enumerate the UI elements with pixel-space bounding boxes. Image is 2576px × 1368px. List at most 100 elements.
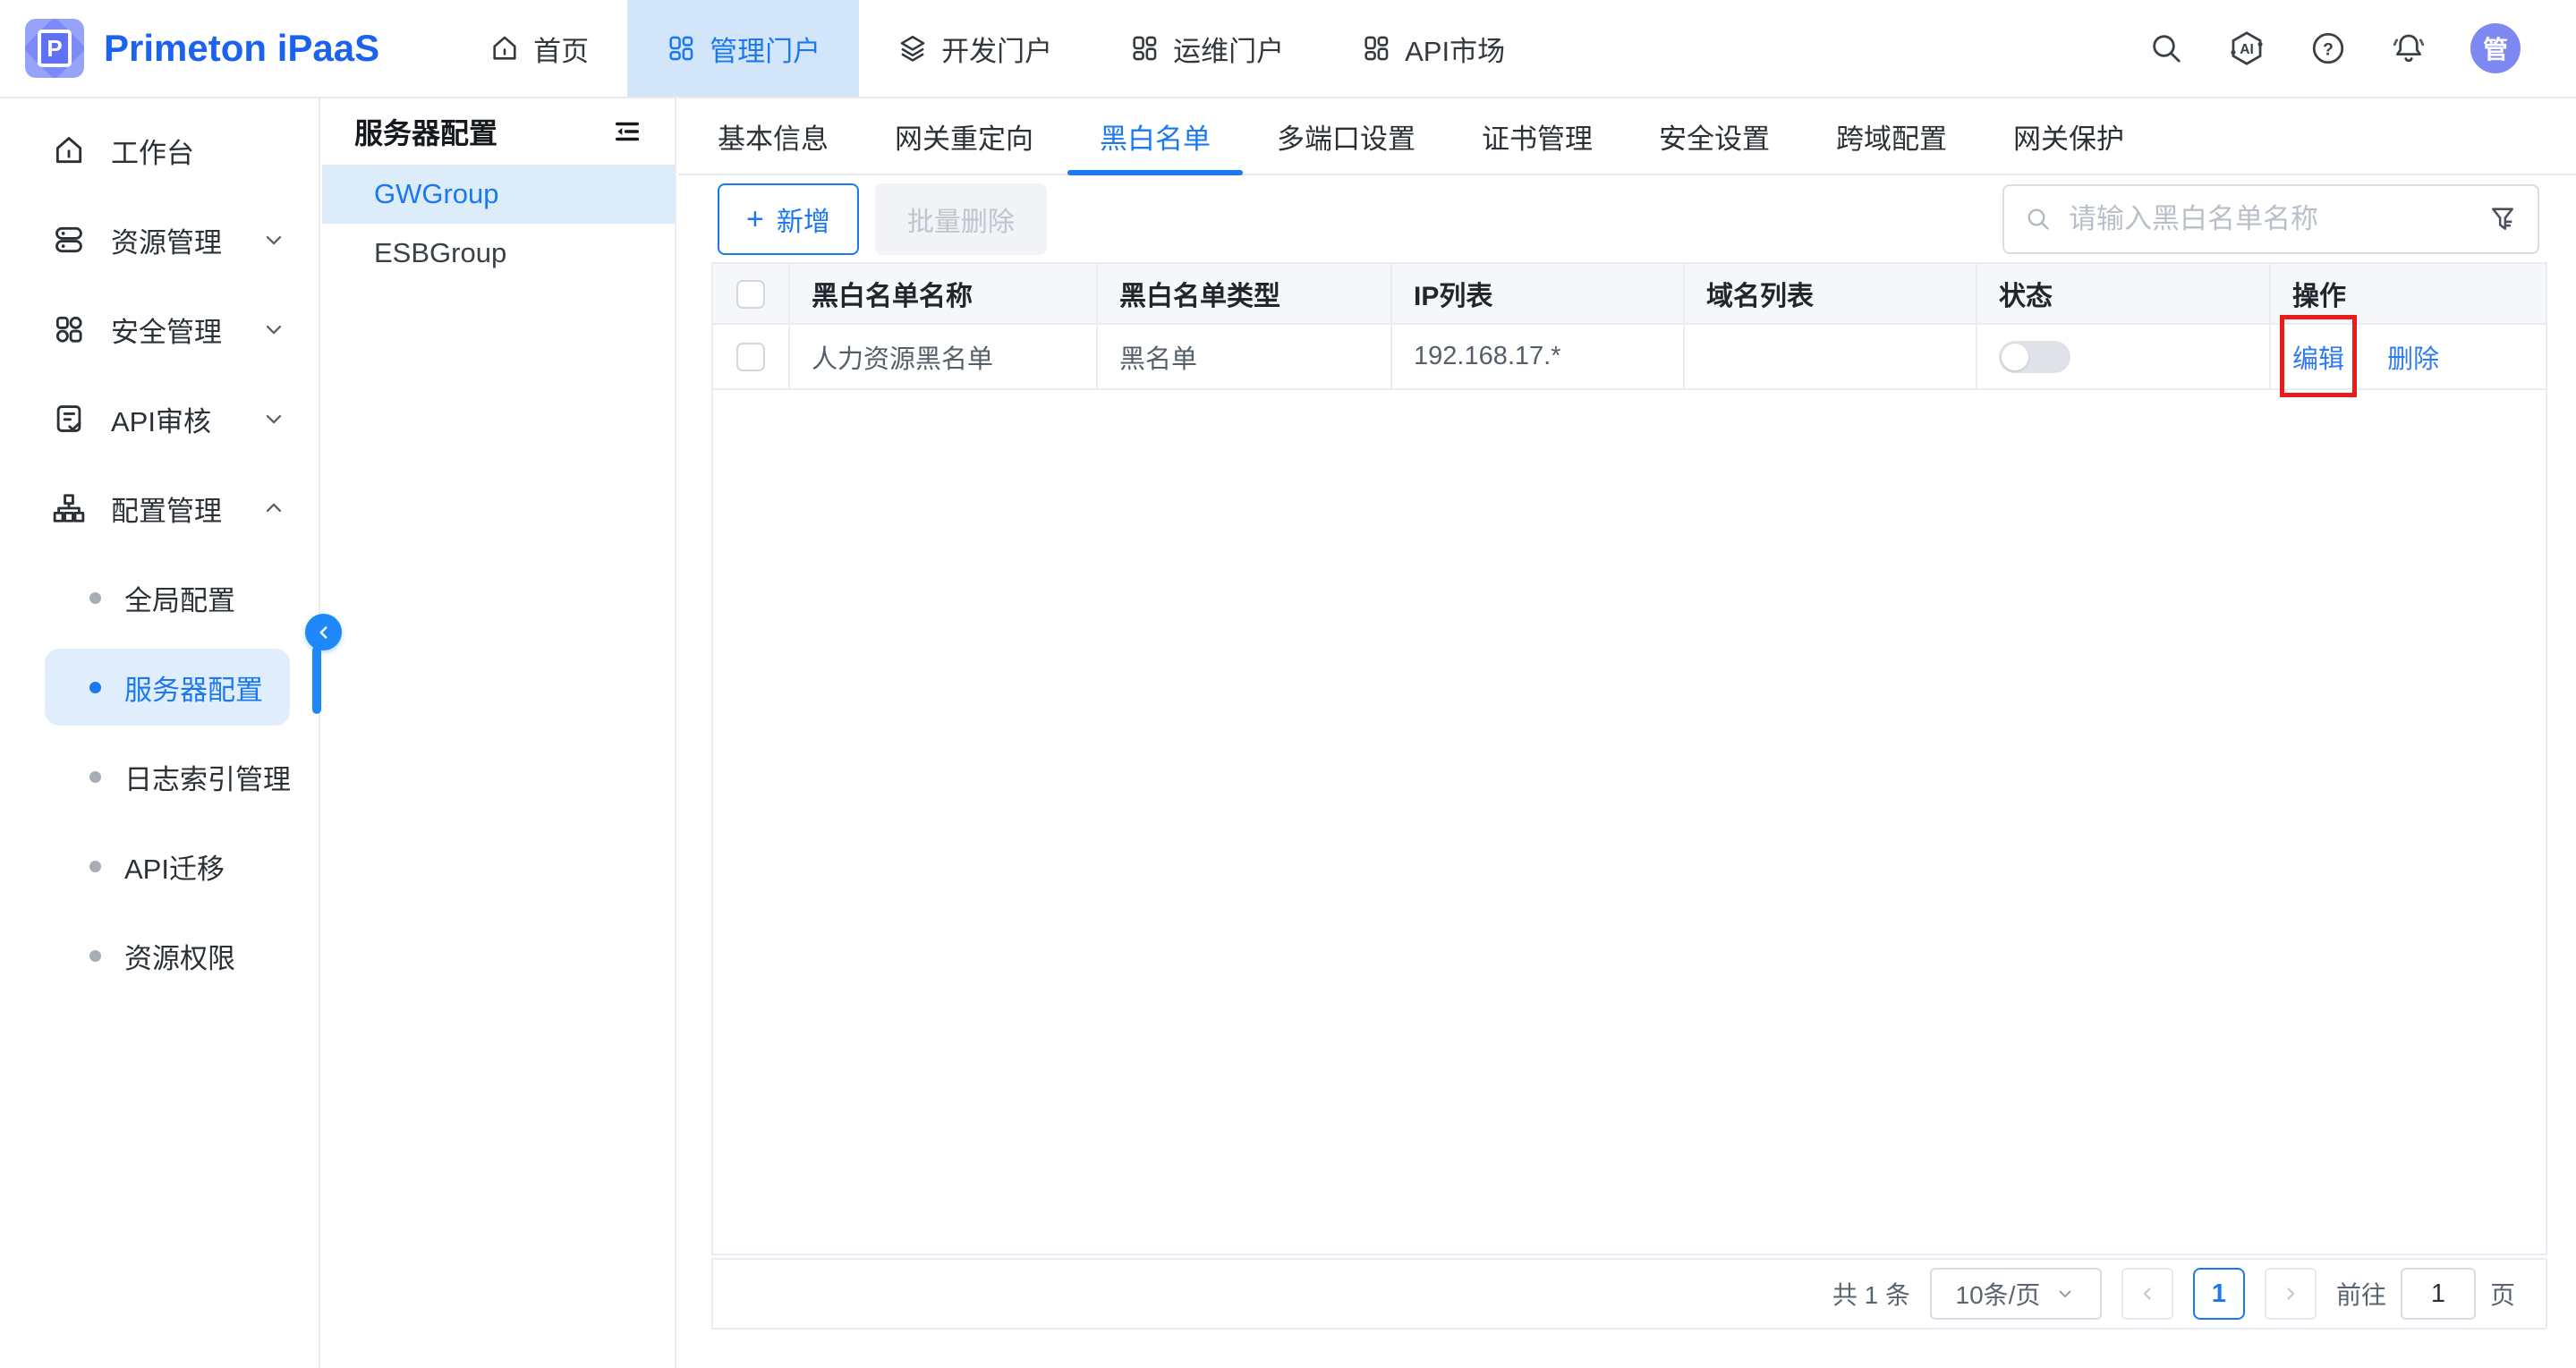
goto-page-group: 前往 页 bbox=[2336, 1268, 2515, 1320]
tab-basic-info[interactable]: 基本信息 bbox=[718, 98, 829, 174]
chevron-down-icon bbox=[261, 317, 286, 342]
nav-item-label: 首页 bbox=[533, 29, 589, 69]
user-avatar[interactable]: 管 bbox=[2470, 23, 2521, 73]
pagination-bar: 共 1 条 10条/页 1 前往 页 bbox=[711, 1258, 2547, 1330]
sidebar-item-label: 工作台 bbox=[111, 131, 194, 171]
app-window: P Primeton iPaaS 首页 管理门户 开发门户 运维门户 bbox=[0, 0, 2576, 1368]
tab-gateway-protection[interactable]: 网关保护 bbox=[2013, 98, 2124, 174]
sidebar-subitem-server-config[interactable]: 服务器配置 bbox=[0, 642, 319, 732]
sidebar-collapse-button[interactable] bbox=[305, 614, 342, 650]
bullet-dot-icon bbox=[89, 950, 101, 962]
chevron-right-icon bbox=[2280, 1283, 2301, 1304]
tab-multiport[interactable]: 多端口设置 bbox=[1277, 98, 1416, 174]
sidebar-subitem-log-index[interactable]: 日志索引管理 bbox=[0, 732, 319, 821]
ai-assistant-icon[interactable]: AI bbox=[2227, 29, 2266, 68]
nav-item-api-market[interactable]: API市场 bbox=[1322, 0, 1543, 97]
database-icon bbox=[52, 223, 86, 257]
sidebar-item-workbench[interactable]: 工作台 bbox=[0, 106, 319, 195]
nav-item-label: 管理门户 bbox=[710, 29, 820, 69]
sidebar-subitem-label: 资源权限 bbox=[124, 936, 235, 976]
batch-delete-button[interactable]: 批量删除 bbox=[875, 183, 1047, 255]
navbar-tools: AI ? 管 bbox=[2148, 0, 2576, 97]
chevron-left-icon bbox=[2137, 1283, 2158, 1304]
tab-blacklist-whitelist[interactable]: 黑白名单 bbox=[1100, 98, 1211, 174]
tab-security-settings[interactable]: 安全设置 bbox=[1659, 98, 1770, 174]
bullet-dot-icon bbox=[89, 682, 101, 693]
sidebar-subitem-resource-permission[interactable]: 资源权限 bbox=[0, 911, 319, 1000]
tab-cors-config[interactable]: 跨域配置 bbox=[1836, 98, 1947, 174]
cell-name: 人力资源黑名单 bbox=[789, 324, 1097, 389]
notifications-bell-icon[interactable] bbox=[2390, 30, 2427, 67]
app-logo-icon: P bbox=[25, 19, 84, 78]
top-navbar: P Primeton iPaaS 首页 管理门户 开发门户 运维门户 bbox=[0, 0, 2576, 98]
list-toolbar: + 新增 批量删除 bbox=[718, 183, 2539, 255]
sidebar-item-security[interactable]: 安全管理 bbox=[0, 285, 319, 374]
tab-gateway-redirect[interactable]: 网关重定向 bbox=[895, 98, 1033, 174]
nav-item-dev-portal[interactable]: 开发门户 bbox=[859, 0, 1091, 97]
delete-link[interactable]: 删除 bbox=[2387, 345, 2439, 374]
chevron-left-icon bbox=[314, 623, 334, 642]
sidebar-item-label: 配置管理 bbox=[111, 489, 222, 529]
nav-item-label: API市场 bbox=[1405, 29, 1505, 69]
filter-funnel-icon[interactable] bbox=[2487, 204, 2518, 234]
document-check-icon bbox=[52, 402, 86, 436]
next-page-button[interactable] bbox=[2265, 1268, 2317, 1320]
goto-label: 前往 bbox=[2336, 1276, 2386, 1312]
table-row: 人力资源黑名单 黑名单 192.168.17.* 编辑 删除 bbox=[713, 324, 2546, 389]
tab-certificates[interactable]: 证书管理 bbox=[1482, 98, 1593, 174]
workbench-home-icon bbox=[52, 133, 86, 167]
cell-type: 黑名单 bbox=[1097, 324, 1391, 389]
sidebar-subitem-label: 服务器配置 bbox=[124, 667, 263, 708]
sidebar-subitem-api-migration[interactable]: API迁移 bbox=[0, 821, 319, 911]
search-icon bbox=[2024, 205, 2053, 234]
sidebar-scrollbar-thumb[interactable] bbox=[312, 646, 321, 714]
column-header-type: 黑白名单类型 bbox=[1097, 264, 1391, 324]
main-sidebar: 工作台 资源管理 安全管理 API审核 配置管理 全局配置 bbox=[0, 98, 320, 1368]
sidebar-subitem-global-config[interactable]: 全局配置 bbox=[0, 553, 319, 642]
group-panel-title: 服务器配置 bbox=[354, 111, 497, 152]
edit-link[interactable]: 编辑 bbox=[2292, 345, 2344, 374]
add-button[interactable]: + 新增 bbox=[718, 183, 859, 255]
sidebar-item-api-review[interactable]: API审核 bbox=[0, 374, 319, 463]
select-all-checkbox[interactable] bbox=[736, 280, 765, 309]
grid-icon bbox=[666, 33, 696, 64]
sidebar-item-resources[interactable]: 资源管理 bbox=[0, 195, 319, 285]
cell-status bbox=[1977, 324, 2270, 389]
nav-item-home[interactable]: 首页 bbox=[451, 0, 627, 97]
bullet-dot-icon bbox=[89, 861, 101, 872]
chevron-down-icon bbox=[2054, 1283, 2076, 1304]
chevron-up-icon bbox=[261, 496, 286, 521]
sitemap-icon bbox=[52, 491, 86, 525]
column-header-ip-list: IP列表 bbox=[1391, 264, 1684, 324]
group-item-esbgroup[interactable]: ESBGroup bbox=[322, 224, 675, 283]
sidebar-item-config[interactable]: 配置管理 bbox=[0, 463, 319, 553]
search-box bbox=[2002, 184, 2539, 254]
panel-fold-icon[interactable] bbox=[612, 116, 642, 147]
page-size-select[interactable]: 10条/页 bbox=[1930, 1268, 2102, 1320]
current-page-button[interactable]: 1 bbox=[2193, 1268, 2245, 1320]
search-icon[interactable] bbox=[2148, 30, 2184, 66]
status-toggle[interactable] bbox=[1999, 341, 2070, 373]
search-input[interactable] bbox=[2069, 203, 2471, 235]
nav-item-admin-portal[interactable]: 管理门户 bbox=[627, 0, 859, 97]
goto-page-input[interactable] bbox=[2401, 1268, 2476, 1320]
group-item-gwgroup[interactable]: GWGroup bbox=[322, 165, 675, 224]
prev-page-button[interactable] bbox=[2121, 1268, 2173, 1320]
row-checkbox[interactable] bbox=[736, 343, 765, 371]
brand-title: Primeton iPaaS bbox=[104, 27, 379, 70]
home-icon bbox=[489, 33, 520, 64]
help-icon[interactable]: ? bbox=[2309, 30, 2347, 67]
brand[interactable]: P Primeton iPaaS bbox=[0, 0, 379, 97]
main-content: 基本信息 网关重定向 黑白名单 多端口设置 证书管理 安全设置 跨域配置 网关保… bbox=[678, 98, 2576, 1368]
column-header-actions: 操作 bbox=[2270, 264, 2546, 324]
nav-item-ops-portal[interactable]: 运维门户 bbox=[1091, 0, 1322, 97]
bullet-dot-icon bbox=[89, 592, 101, 604]
column-header-status: 状态 bbox=[1977, 264, 2270, 324]
logo-letter: P bbox=[38, 30, 72, 67]
portal-nav: 首页 管理门户 开发门户 运维门户 API市场 bbox=[451, 0, 1543, 97]
layers-icon bbox=[897, 33, 928, 64]
chevron-down-icon bbox=[261, 227, 286, 252]
cell-domain-list bbox=[1684, 324, 1977, 389]
cell-ip-list: 192.168.17.* bbox=[1391, 324, 1684, 389]
chevron-down-icon bbox=[261, 406, 286, 431]
